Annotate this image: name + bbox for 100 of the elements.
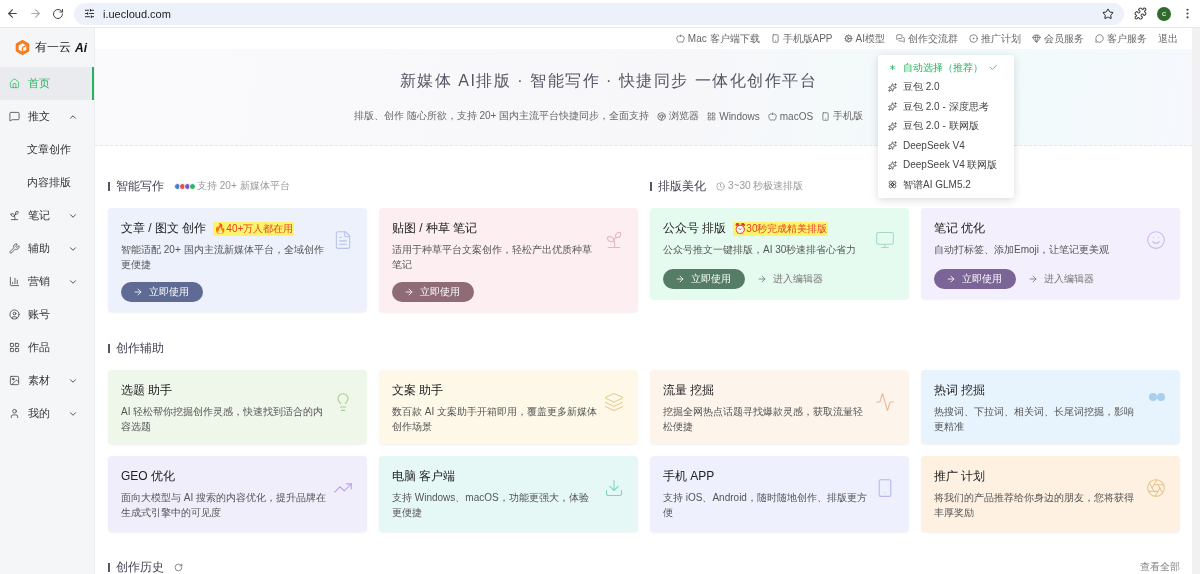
open-editor-link[interactable]: 进入编辑器 xyxy=(757,272,823,286)
aperture-icon xyxy=(1146,478,1166,498)
model-option[interactable]: DeepSeek V4 xyxy=(878,136,1014,156)
browser-icon xyxy=(657,111,667,121)
card-description: 支持 iOS、Android，随时随地创作、排版更方便 xyxy=(663,491,868,520)
sprout-icon xyxy=(604,230,624,250)
arrow-icon xyxy=(404,287,414,297)
card-description: 智能适配 20+ 国内主流新媒体平台，全域创作更便捷 xyxy=(121,243,325,272)
feature-card[interactable]: GEO 优化 面向大模型与 AI 搜索的内容优化，提升品牌在生成式引擎中的可见度 xyxy=(108,456,367,532)
card-title: 笔记 优化 xyxy=(934,220,986,237)
card-title: GEO 优化 xyxy=(121,468,175,485)
arrow-icon xyxy=(946,274,956,284)
feature-card[interactable]: 流量 挖掘 挖掘全网热点话题寻找爆款灵感，获取流量轻松便捷 xyxy=(650,370,909,444)
check-icon xyxy=(989,63,998,73)
platform-label: Windows xyxy=(707,110,760,122)
platform-label: 手机版 xyxy=(821,109,864,124)
section-title: 智能写作 xyxy=(108,181,164,191)
feature-card[interactable]: 手机 APP 支持 iOS、Android，随时随地创作、排版更方便 xyxy=(650,456,909,532)
arrow-icon xyxy=(757,274,767,284)
sidebar-item[interactable]: 辅助 xyxy=(0,232,94,265)
card-title: 文章 / 图文 创作 xyxy=(121,220,207,237)
use-now-button[interactable]: 立即使用 xyxy=(663,269,745,289)
model-option[interactable]: 豆包 2.0 xyxy=(878,77,1014,97)
top-nav-link[interactable]: 客户服务 xyxy=(1095,31,1147,46)
back-icon[interactable] xyxy=(6,7,19,20)
feature-card[interactable]: 文章 / 图文 创作 🔥40+万人都在用 智能适配 20+ 国内主流新媒体平台，全域创作更便捷 立即使用 xyxy=(108,208,367,312)
hero-title: 新媒体 AI排版 · 智能写作 · 快捷同步 一体化创作平台 xyxy=(399,71,818,92)
top-nav-link[interactable]: 会员服务 xyxy=(1032,31,1084,46)
feature-card[interactable]: 推广 计划 将我们的产品推荐给你身边的朋友，您将获得丰厚奖励 xyxy=(921,456,1180,532)
dots-icon xyxy=(1148,392,1166,402)
document-icon xyxy=(333,230,353,250)
sidebar-subitem[interactable]: 内容排版 xyxy=(0,166,94,199)
card-title: 选题 助手 xyxy=(121,382,173,399)
highlight-badge: 🔥40+万人都在用 xyxy=(213,221,295,236)
feature-card[interactable]: 贴图 / 种草 笔记 适用于种草平台文案创作，轻松产出优质种草笔记 立即使用 xyxy=(379,208,638,312)
feature-card[interactable]: 选题 助手 AI 轻松帮你挖掘创作灵感，快速找到适合的内容选题 xyxy=(108,370,367,444)
reload-icon[interactable] xyxy=(52,7,64,20)
arrow-icon xyxy=(1028,274,1038,284)
model-option[interactable]: 豆包 2.0 - 联网版 xyxy=(878,116,1014,136)
use-now-button[interactable]: 立即使用 xyxy=(934,269,1016,289)
feature-card[interactable]: 热词 挖掘 热搜词、下拉词、相关词、长尾词挖掘，影响更精准 xyxy=(921,370,1180,444)
card-title: 推广 计划 xyxy=(934,468,986,485)
section-title: 排版美化 xyxy=(650,181,706,191)
view-all-link[interactable]: 查看全部 xyxy=(1140,560,1180,574)
card-description: 数百款 AI 文案助手开箱即用，覆盖更多新媒体创作场景 xyxy=(392,405,598,434)
refresh-icon[interactable] xyxy=(174,562,183,572)
feature-card[interactable]: 公众号 排版 ⏰30秒完成精美排版 公众号推文一键排版，AI 30秒速排省心省力 立即使用 进入编辑器 xyxy=(650,208,909,299)
card-title: 公众号 排版 xyxy=(663,220,727,237)
logo-mark: Ai xyxy=(75,40,87,55)
top-nav-link[interactable]: 退出 xyxy=(1158,31,1178,46)
feature-card[interactable]: 文案 助手 数百款 AI 文案助手开箱即用，覆盖更多新媒体创作场景 xyxy=(379,370,638,444)
pulse-icon xyxy=(875,392,895,412)
sidebar-item[interactable]: 营销 xyxy=(0,265,94,298)
card-title: 贴图 / 种草 笔记 xyxy=(392,220,478,237)
download-icon xyxy=(604,478,624,498)
feature-card[interactable]: 电脑 客户端 支持 Windows、macOS，功能更强大，体验更便捷 xyxy=(379,456,638,532)
smile-icon xyxy=(1146,230,1166,250)
extensions-icon[interactable] xyxy=(1134,7,1147,20)
profile-avatar[interactable]: c xyxy=(1157,6,1171,21)
sidebar-item[interactable]: 作品 xyxy=(0,331,94,364)
top-nav-link[interactable]: Mac 客户端下载 xyxy=(675,31,760,46)
card-description: 公众号推文一键排版，AI 30秒速排省心省力 xyxy=(663,243,858,257)
section-title: 创作历史 xyxy=(108,562,164,572)
sidebar-item[interactable]: 笔记 xyxy=(0,199,94,232)
section-note: 3~30 秒极速排版 xyxy=(716,179,804,193)
url-text: i.uecloud.com xyxy=(103,7,171,20)
top-nav-link[interactable]: 推广计划 xyxy=(969,31,1021,46)
card-title: 流量 挖掘 xyxy=(663,382,715,399)
model-option[interactable]: DeepSeek V4 联网版 xyxy=(878,155,1014,175)
sidebar-subitem[interactable]: 文章创作 xyxy=(0,133,94,166)
phone-icon xyxy=(821,111,831,121)
layers-icon xyxy=(604,392,624,412)
model-option[interactable]: 智谱AI GLM5.2 xyxy=(878,175,1014,195)
apple-icon xyxy=(675,34,685,44)
model-option[interactable]: 豆包 2.0 - 深度思考 xyxy=(878,97,1014,117)
card-description: 热搜词、下拉词、相关词、长尾词挖掘，影响更精准 xyxy=(934,405,1135,434)
arrow-icon xyxy=(133,287,143,297)
bookmark-star-icon[interactable] xyxy=(1102,7,1114,20)
feature-card[interactable]: 笔记 优化 自动打标签、添加Emoji，让笔记更美观 立即使用 进入编辑器 xyxy=(921,208,1180,299)
logo-icon xyxy=(14,39,31,56)
platform-label: macOS xyxy=(767,110,814,122)
section-note: 支持 20+ 新媒体平台 xyxy=(174,179,290,193)
card-description: 支持 Windows、macOS，功能更强大，体验更便捷 xyxy=(392,491,590,520)
top-nav-link[interactable]: AI模型 xyxy=(843,31,885,46)
site-settings-icon[interactable] xyxy=(84,8,95,19)
sidebar-item[interactable]: 账号 xyxy=(0,298,94,331)
home-icon xyxy=(9,78,20,89)
open-editor-link[interactable]: 进入编辑器 xyxy=(1028,272,1094,286)
sidebar-item[interactable]: 推文 xyxy=(0,100,94,133)
sidebar-item[interactable]: 我的 xyxy=(0,397,94,430)
top-nav-link[interactable]: 手机版APP xyxy=(770,31,833,46)
sidebar-item[interactable]: 素材 xyxy=(0,364,94,397)
address-bar[interactable]: i.uecloud.com xyxy=(74,2,1124,25)
card-title: 电脑 客户端 xyxy=(392,468,456,485)
top-nav-link[interactable]: 创作交流群 xyxy=(896,31,958,46)
use-now-button[interactable]: 立即使用 xyxy=(121,282,203,302)
card-description: 自动打标签、添加Emoji，让笔记更美观 xyxy=(934,243,1110,257)
card-description: AI 轻松帮你挖掘创作灵感，快速找到适合的内容选题 xyxy=(121,405,325,434)
use-now-button[interactable]: 立即使用 xyxy=(392,282,474,302)
apple-icon xyxy=(767,111,777,121)
